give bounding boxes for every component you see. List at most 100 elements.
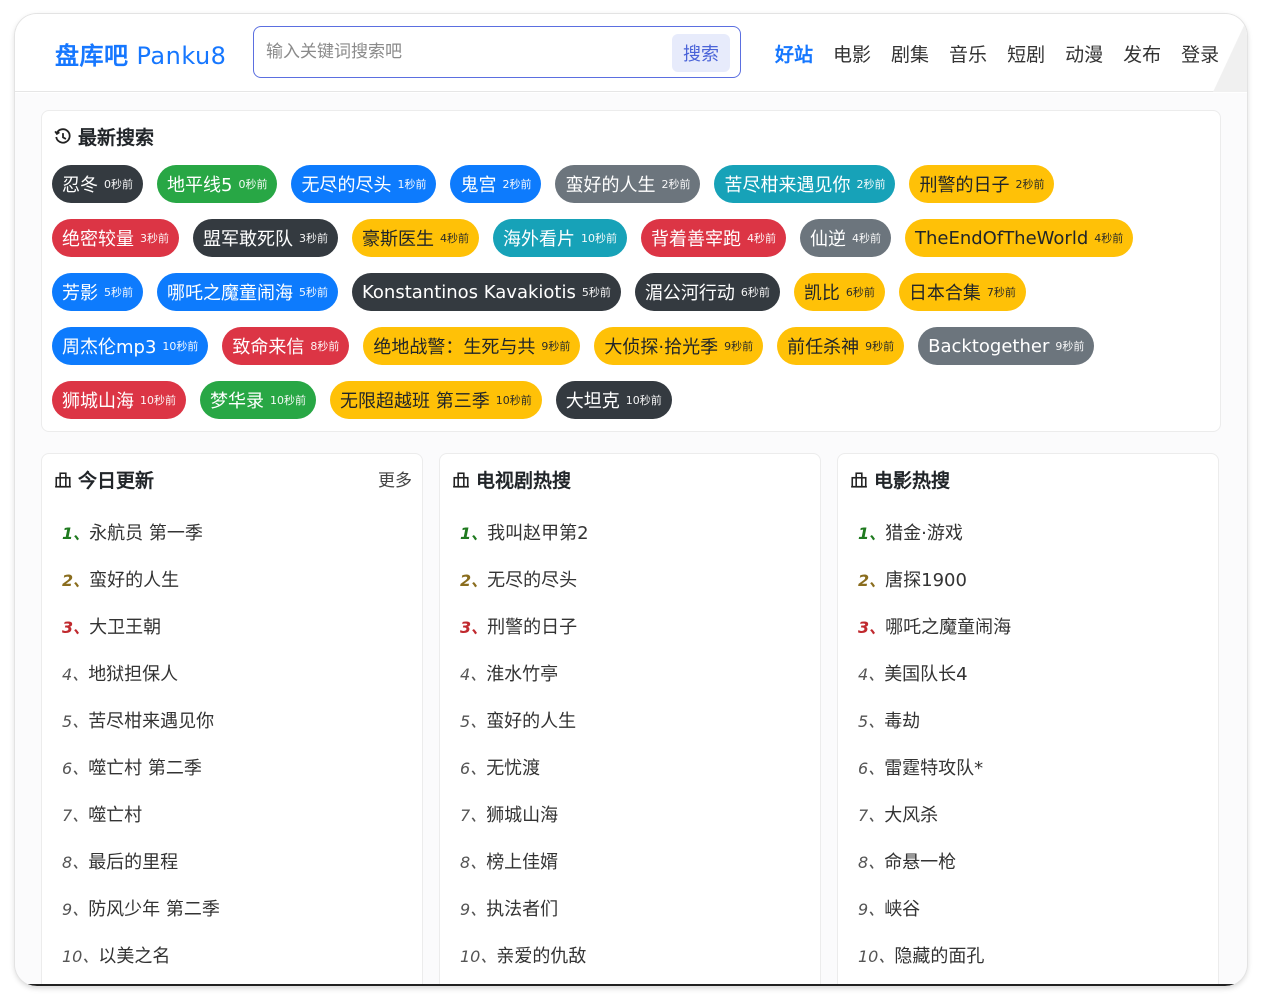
list-item[interactable]: 9、 防风少年 第二季 [62,884,402,931]
list-item[interactable]: 10、 亲爱的仇敌 [460,931,800,978]
search-input[interactable] [266,37,656,67]
search-tag[interactable]: 哪吒之魔童闹海 5秒前 [157,273,338,311]
search-tag[interactable]: 梦华录 10秒前 [200,381,316,419]
search-tag[interactable]: 无限超越班 第三季 10秒前 [330,381,542,419]
search-tag[interactable]: 苦尽柑来遇见你 2秒前 [714,165,896,203]
search-tag[interactable]: 仙逆 4秒前 [800,219,891,257]
search-tag[interactable]: 背着善宰跑 4秒前 [641,219,786,257]
list-item[interactable]: 5、 苦尽柑来遇见你 [62,696,402,743]
search-tag[interactable]: 日本合集 7秒前 [898,273,1026,311]
search-tag[interactable]: 大侦探·拾光季 9秒前 [594,327,764,365]
list-item[interactable]: 3、 大卫王朝 [62,602,402,649]
search-tag[interactable]: 狮城山海 10秒前 [52,381,186,419]
list-item[interactable]: 9、 执法者们 [460,884,800,931]
list-item[interactable]: 6、 雷霆特攻队* [858,743,1198,790]
list-item[interactable]: 9、 峡谷 [858,884,1198,931]
list-item[interactable]: 5、 毒劫 [858,696,1198,743]
rank-number: 8、 [858,852,885,872]
list-item[interactable]: 3、 刑警的日子 [460,602,800,649]
list-item[interactable]: 5、 蛮好的人生 [460,696,800,743]
search-tag[interactable]: 周杰伦mp3 10秒前 [52,327,209,365]
search-tag-time: 3秒前 [140,232,169,245]
search-tag-label: 周杰伦mp3 [62,337,157,358]
list-item[interactable]: 1、 永航员 第一季 [62,508,402,555]
list-item[interactable]: 2、 唐探1900 [858,555,1198,602]
list-item[interactable]: 4、 淮水竹亭 [460,649,800,696]
search-tag[interactable]: 绝密较量 3秒前 [52,219,179,257]
list-item[interactable]: 7、 噬亡村 [62,790,402,837]
nav-link[interactable]: 好站 [775,40,813,67]
search-tag-label: 仙逆 [810,229,846,250]
search-tag-label: 海外看片 [503,229,575,250]
search-tag-time: 5秒前 [299,286,328,299]
list-item[interactable]: 1、 猎金·游戏 [858,508,1198,555]
list-item[interactable]: 10、 隐藏的面孔 [858,931,1198,978]
nav-link[interactable]: 电影 [833,40,871,67]
rank-number: 9、 [62,899,89,919]
search-tag[interactable]: 忍冬 0秒前 [52,165,143,203]
search-tag[interactable]: 海外看片 10秒前 [493,219,627,257]
nav-link[interactable]: 剧集 [891,40,929,67]
list-item[interactable]: 4、 地狱担保人 [62,649,402,696]
list-item-title: 噬亡村 [88,804,143,826]
list-item-title: 刑警的日子 [487,616,578,638]
search-tag[interactable]: Konstantinos Kavakiotis 5秒前 [352,273,621,311]
search-tag-time: 10秒前 [625,394,662,407]
search-tag-label: Konstantinos Kavakiotis [362,281,576,303]
rank-number: 2、 [858,570,886,590]
rank-number: 9、 [858,899,885,919]
search-tag-time: 6秒前 [845,286,875,299]
search-button[interactable]: 搜索 [672,34,730,72]
list-item[interactable]: 8、 榜上佳婿 [460,837,800,884]
more-link[interactable]: 更多 [378,466,412,491]
search-tag[interactable]: TheEndOfTheWorld 4秒前 [905,219,1134,257]
list-item[interactable]: 3、 哪吒之魔童闹海 [858,602,1198,649]
search-tag[interactable]: 绝地战警：生死与共 9秒前 [363,327,581,365]
search-tag[interactable]: 凯比 6秒前 [793,273,885,311]
search-tag-label: 刑警的日子 [919,175,1010,196]
list-item[interactable]: 8、 最后的里程 [62,837,402,884]
list-item[interactable]: 6、 无忧渡 [460,743,800,790]
list-item[interactable]: 6、 噬亡村 第二季 [62,743,402,790]
search-tag-time: 4秒前 [1094,232,1124,245]
search-tag-label: 日本合集 [908,283,981,304]
rank-number: 1、 [62,523,90,543]
site-logo[interactable]: 盘库吧 Panku8 [55,36,226,71]
search-tag-time: 2秒前 [1015,178,1045,191]
list-item[interactable]: 8、 命悬一枪 [858,837,1198,884]
search-tag-time: 9秒前 [724,340,754,353]
list-item[interactable]: 2、 无尽的尽头 [460,555,800,602]
list-item[interactable]: 1、 我叫赵甲第2 [460,508,800,555]
rank-number: 2、 [460,570,488,590]
search-tag[interactable]: 豪斯医生 4秒前 [352,219,479,257]
nav-link[interactable]: 发布 [1123,40,1161,67]
search-tag[interactable]: 湄公河行动 6秒前 [634,273,780,311]
search-tag-time: 2秒前 [856,178,886,191]
search-tag[interactable]: 蛮好的人生 2秒前 [555,165,701,203]
list-item-title: 执法者们 [486,898,559,920]
search-tag[interactable]: 大坦克 10秒前 [555,381,672,419]
main-content: 最新搜索 忍冬 0秒前 地平线5 0秒前 无尽的尽头 1秒前 鬼宫 2秒前 蛮好的人生 2秒前 苦尽… [15,93,1247,986]
search-tag[interactable]: 刑警的日子 2秒前 [909,165,1055,203]
search-tag[interactable]: 鬼宫 2秒前 [450,165,542,203]
rank-number: 1、 [460,523,488,543]
search-tag[interactable]: 地平线5 0秒前 [157,165,278,203]
list-item[interactable]: 7、 大风杀 [858,790,1198,837]
rank-number: 4、 [460,664,487,684]
nav-link[interactable]: 音乐 [949,40,987,67]
search-tag[interactable]: 前任杀神 9秒前 [777,327,905,365]
movie-hot-list: 1、 猎金·游戏 2、 唐探1900 3、 哪吒之魔童闹海 4、 美国队长4 5、 毒劫 6、 雷霆特… [858,508,1198,978]
nav-link[interactable]: 短剧 [1007,40,1045,67]
search-tag[interactable]: 无尽的尽头 1秒前 [291,165,437,203]
search-tag[interactable]: 盟军敢死队 3秒前 [193,219,338,257]
search-tag[interactable]: 芳影 5秒前 [52,273,143,311]
rank-number: 2、 [62,570,90,590]
list-item[interactable]: 10、 以美之名 [62,931,402,978]
search-tag-label: 盟军敢死队 [203,229,293,250]
search-tag[interactable]: Backtogether 9秒前 [918,327,1095,365]
nav-link[interactable]: 动漫 [1065,40,1103,67]
search-tag[interactable]: 致命来信 8秒前 [222,327,350,365]
list-item[interactable]: 7、 狮城山海 [460,790,800,837]
list-item[interactable]: 2、 蛮好的人生 [62,555,402,602]
list-item[interactable]: 4、 美国队长4 [858,649,1198,696]
